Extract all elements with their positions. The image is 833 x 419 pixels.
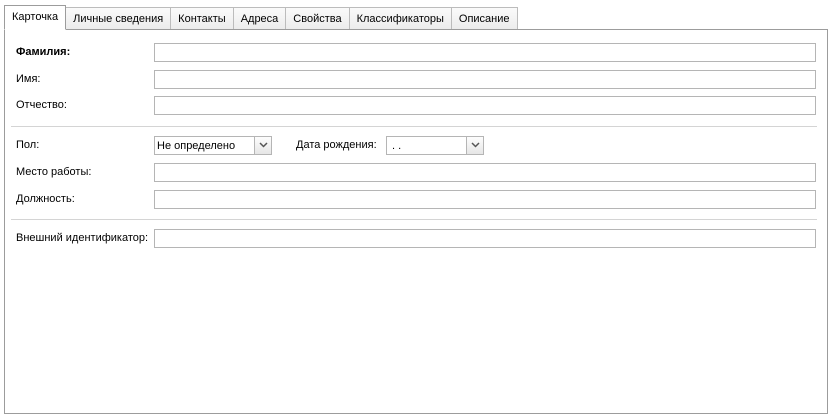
position-input[interactable] [154, 190, 816, 209]
first-name-input[interactable] [154, 70, 816, 89]
workplace-label: Место работы: [16, 166, 92, 178]
tab-contacts[interactable]: Контакты [171, 7, 234, 29]
person-card-window: Карточка Личные сведения Контакты Адреса… [0, 0, 833, 419]
gender-label: Пол: [16, 139, 40, 151]
birth-date-value: . . [392, 140, 402, 152]
external-id-label: Внешний идентификатор: [16, 232, 149, 244]
position-label: Должность: [16, 193, 75, 205]
last-name-input[interactable] [154, 43, 816, 62]
birth-date-label: Дата рождения: [296, 139, 377, 151]
tab-classifiers[interactable]: Классификаторы [349, 7, 452, 29]
tab-card[interactable]: Карточка [4, 5, 67, 30]
birth-date-dropdown-button[interactable] [466, 137, 483, 154]
gender-value: Не определено [157, 140, 236, 152]
external-id-input[interactable] [154, 229, 816, 248]
birth-date-picker[interactable]: . . [386, 136, 484, 155]
separator [11, 219, 817, 220]
middle-name-input[interactable] [154, 96, 816, 115]
tab-properties[interactable]: Свойства [286, 7, 350, 29]
card-panel: Фамилия: Имя: Отчество: Пол: Не определе… [4, 29, 828, 414]
last-name-label: Фамилия: [16, 46, 71, 58]
workplace-input[interactable] [154, 163, 816, 182]
first-name-label: Имя: [16, 73, 41, 85]
chevron-down-icon [259, 142, 268, 148]
tab-bar: Карточка Личные сведения Контакты Адреса… [4, 5, 518, 30]
tab-personal-info[interactable]: Личные сведения [66, 7, 172, 29]
middle-name-label: Отчество: [16, 99, 67, 111]
tab-description[interactable]: Описание [451, 7, 518, 29]
chevron-down-icon [471, 142, 480, 148]
separator [11, 126, 817, 127]
gender-dropdown-button[interactable] [254, 137, 271, 154]
gender-select[interactable]: Не определено [154, 136, 272, 155]
tab-addresses[interactable]: Адреса [233, 7, 287, 29]
